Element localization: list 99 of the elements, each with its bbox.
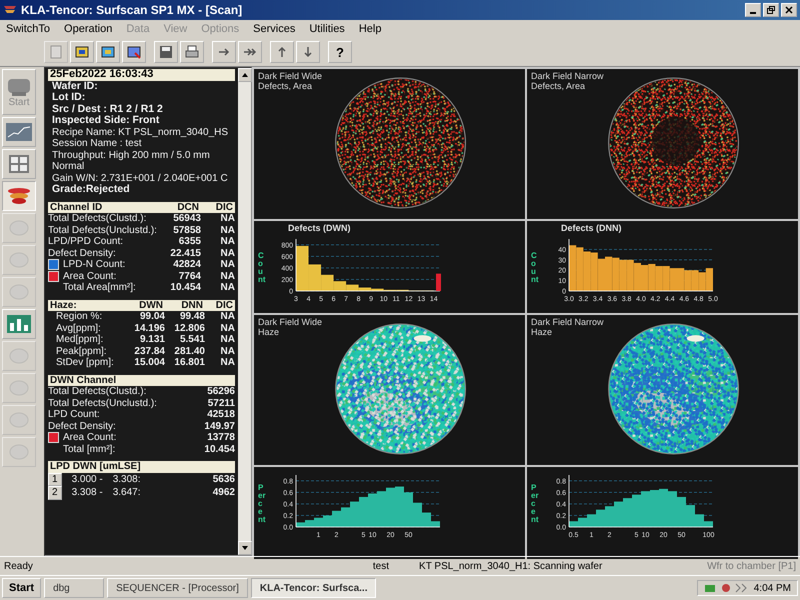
map-subtitle: Defects, Area	[531, 81, 586, 91]
table-cell-text: 99.04	[138, 311, 165, 322]
row-label-text: Defect Density:	[48, 248, 116, 259]
table-cell-text: NA	[220, 224, 235, 236]
map-subtitle: Haze	[258, 327, 280, 337]
info-line: Throughput: High 200 mm / 5.0 mm	[51, 150, 211, 161]
info-line: Src / Dest : R1 2 / R1 2	[51, 104, 164, 115]
table-cell-text: 57858	[172, 224, 201, 236]
table-cell-text: NA	[220, 248, 235, 259]
table-cell: 5636	[212, 474, 235, 485]
table-cell-text: NA	[220, 346, 235, 357]
row-label-text: LPD/PPD Count:	[48, 236, 124, 248]
row-label: Region %:	[55, 311, 104, 322]
table-cell: 3.647:	[112, 487, 141, 498]
table-cell-text: NA	[220, 311, 235, 322]
row-label-text: LPD Count:	[48, 409, 100, 420]
table-cell: 57211	[208, 398, 235, 409]
info-line: Gain W/N: 2.731E+001 / 2.040E+001 C	[51, 172, 229, 184]
table-cell-text: NA	[220, 282, 235, 294]
row-label: Med[ppm]:	[55, 334, 104, 346]
map-title: Dark Field Narrow	[531, 71, 605, 81]
map-subtitle: Haze	[531, 327, 554, 337]
column-header: DCN	[176, 202, 199, 213]
chart-title: Defects (DNN)	[560, 223, 623, 233]
table-cell-text: 16.801	[173, 357, 205, 368]
axis-label: Count	[531, 252, 539, 284]
table-cell-text: 42824	[172, 259, 201, 270]
info-line: Grade:Rejected	[51, 184, 131, 196]
table-cell-text: 99.48	[178, 311, 205, 322]
column-header: DNN	[180, 300, 203, 311]
axis-label: Percent	[258, 484, 266, 524]
status-text: test	[372, 560, 390, 572]
table-cell-text: 56943	[172, 213, 201, 224]
row-label-text: Total Defects(Clustd.):	[48, 213, 146, 224]
table-cell-text: 12.806	[173, 322, 205, 334]
row-label: Peak[ppm]:	[55, 346, 108, 357]
table-cell-text: NA	[220, 259, 235, 270]
map-subtitle: Defects, Area	[258, 81, 314, 91]
table-cell-text: 5.541	[178, 334, 205, 346]
table-cell: 42518	[207, 409, 235, 420]
timestamp: 25Feb2022 16:03:43	[48, 69, 235, 80]
clock: 4:04 PM	[754, 582, 791, 594]
table-cell-text: NA	[220, 270, 235, 282]
column-header: Haze:	[50, 300, 78, 311]
info-line: Lot ID:	[51, 92, 86, 104]
table-cell-text: 281.40	[173, 346, 205, 357]
axis-label: Count	[258, 252, 266, 284]
row-label: Avg[ppm]:	[55, 322, 102, 334]
axis-label: Percent	[531, 484, 539, 524]
table-cell: 3.308 -	[72, 487, 103, 498]
chart-title: Defects (DWN)	[287, 223, 352, 233]
status-message: KT PSL_norm_3040_H1: Scanning wafer	[419, 560, 602, 572]
table-cell: 13778	[207, 432, 235, 444]
table-cell-text: 14.196	[133, 322, 165, 334]
info-line: Session Name : test	[51, 138, 142, 150]
column-header: DWN	[138, 300, 163, 311]
table-cell-text: NA	[220, 357, 235, 368]
table-cell-text: NA	[220, 322, 235, 334]
table-cell-text: NA	[220, 213, 235, 224]
table-cell-text: NA	[220, 334, 235, 346]
table-cell-text: NA	[220, 236, 235, 248]
info-line: Normal	[51, 161, 86, 172]
window-title: KLA-Tencor: Surfscan SP1 MX - [Scan]	[21, 3, 242, 17]
table-cell: 10.454	[204, 444, 235, 455]
column-header: DIC	[214, 300, 233, 311]
table-cell-text: 22.415	[169, 248, 201, 259]
table-cell: 56296	[207, 386, 235, 398]
column-header: Channel ID	[50, 202, 104, 213]
table-cell: 149.97	[204, 420, 235, 432]
row-label-text: Area Count:	[63, 432, 116, 444]
row-label-text: Total Defects(Unclustd.):	[48, 398, 157, 409]
table-cell: 3.308:	[112, 474, 141, 485]
row-label-text: Total [mm²]:	[63, 444, 116, 455]
row-label-text: Area Count:	[63, 270, 116, 282]
status-text: Ready	[4, 560, 33, 572]
table-cell-text: 6355	[178, 236, 201, 248]
status-text: Wfr to chamber [P1]	[707, 560, 796, 572]
map-title: Dark Field Wide	[258, 317, 324, 327]
row-label-text: Defect Density:	[48, 420, 116, 432]
row-label-text: LPD-N Count:	[63, 259, 126, 270]
table-cell-text: 237.84	[133, 346, 165, 357]
info-line: Inspected Side: Front	[51, 115, 160, 126]
table-cell: 3.000 -	[72, 474, 103, 485]
table-cell: 4962	[212, 487, 235, 498]
map-title: Dark Field Wide	[258, 71, 324, 81]
section-header: LPD DWN [umLSE]	[48, 461, 235, 472]
row-label-text: Total Defects(Unclustd.):	[48, 224, 157, 236]
table-cell-text: 9.131	[138, 334, 165, 346]
row-label-text: Total Defects(Clustd.):	[48, 386, 146, 398]
info-line: Wafer ID:	[51, 80, 99, 92]
info-line: Recipe Name: KT PSL_norm_3040_HS	[51, 126, 230, 138]
row-label: StDev [ppm]:	[55, 357, 115, 368]
row-label-text: Total Area[mm²]:	[63, 282, 136, 294]
column-header: DIC	[214, 202, 233, 213]
table-cell-text: 7764	[178, 270, 201, 282]
table-cell-text: 10.454	[169, 282, 201, 294]
map-title: Dark Field Narrow	[531, 317, 605, 327]
table-cell-text: 15.004	[133, 357, 165, 368]
section-header: DWN Channel	[48, 374, 235, 386]
